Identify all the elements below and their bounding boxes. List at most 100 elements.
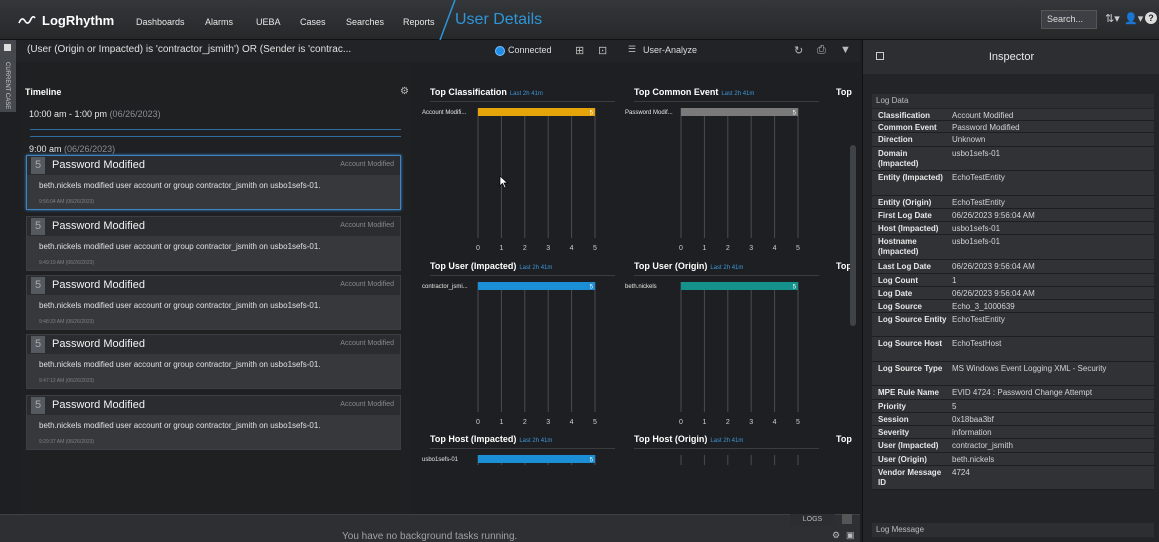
save-layout-icon[interactable]: ⊡ bbox=[598, 44, 607, 57]
logs-tab[interactable]: LOGS bbox=[790, 514, 835, 526]
x-tick-label: 0 bbox=[476, 245, 480, 252]
time-range-bar[interactable] bbox=[30, 129, 401, 137]
widgets-scrollbar[interactable] bbox=[850, 145, 856, 326]
add-widget-icon[interactable]: ⊞ bbox=[575, 44, 584, 57]
field-key: Classification bbox=[878, 111, 931, 120]
timeline-event-card[interactable]: 5 Password Modified Account Modified bet… bbox=[26, 216, 401, 271]
field-value[interactable]: Password Modified bbox=[952, 123, 1020, 132]
undo-icon[interactable]: ↻ bbox=[794, 44, 803, 57]
x-tick-label: 4 bbox=[570, 245, 574, 252]
event-count: 5 bbox=[31, 218, 45, 235]
nav-searches[interactable]: Searches bbox=[346, 17, 384, 27]
layout-icon[interactable]: ☰ bbox=[628, 44, 636, 55]
nav-ueba[interactable]: UEBA bbox=[256, 17, 281, 27]
widget-title-text: Top Host (Impacted) bbox=[430, 434, 517, 444]
timeline-event-card[interactable]: 5 Password Modified Account Modified bet… bbox=[26, 334, 401, 389]
event-timestamp: 9:48:33 AM (06/26/2023) bbox=[39, 319, 95, 325]
user-menu-icon[interactable]: 👤▾ bbox=[1124, 12, 1143, 25]
search-query-text[interactable]: (User (Origin or Impacted) is 'contracto… bbox=[27, 44, 351, 55]
log-data-section-header[interactable]: Log Data bbox=[872, 94, 1154, 108]
category-label: beth.nickels bbox=[625, 284, 657, 290]
field-key: Host (Impacted) bbox=[878, 224, 939, 233]
field-value[interactable]: EchoTestEntity bbox=[952, 198, 1005, 207]
expand-icon[interactable]: ▣ bbox=[846, 530, 855, 541]
widgets-panel: 0 1 2 3 4 5 Account Modifi... 5 0 1 2 3 4 5 Password M… bbox=[413, 62, 852, 514]
widget-title-top-host-impacted[interactable]: Top Host (Impacted) Last 2h 41m bbox=[430, 434, 552, 444]
log-field-row: Log Date 06/26/2023 9:56:04 AM bbox=[872, 287, 1154, 300]
field-value[interactable]: 06/26/2023 9:56:04 AM bbox=[952, 262, 1035, 271]
field-value[interactable]: EchoTestEntity bbox=[952, 315, 1005, 324]
field-value[interactable]: EchoTestEntity bbox=[952, 173, 1005, 182]
widget-title-text: Top Host (Origin) bbox=[634, 434, 708, 444]
timeline-event-card[interactable]: 5 Password Modified Account Modified bet… bbox=[26, 395, 401, 450]
field-value[interactable]: MS Windows Event Logging XML - Security bbox=[952, 364, 1106, 373]
field-value[interactable]: contractor_jsmith bbox=[952, 441, 1013, 450]
widget-title-top-host-origin[interactable]: Top Host (Origin) Last 2h 41m bbox=[634, 434, 743, 444]
event-classification: Account Modified bbox=[340, 161, 394, 168]
field-value[interactable]: Account Modified bbox=[952, 111, 1013, 120]
timeline-event-card[interactable]: 5 Password Modified Account Modified bet… bbox=[26, 275, 401, 330]
logrhythm-logo[interactable]: LogRhythm bbox=[18, 13, 114, 28]
log-message-section-header[interactable]: Log Message bbox=[872, 523, 1154, 537]
widget-title-top-partial[interactable]: Top bbox=[836, 87, 852, 97]
x-tick-label: 3 bbox=[749, 419, 753, 426]
nav-alarms[interactable]: Alarms bbox=[205, 17, 233, 27]
event-timestamp: 9:47:12 AM (06/26/2023) bbox=[39, 378, 95, 384]
field-value[interactable]: EchoTestHost bbox=[952, 339, 1001, 348]
log-field-row: Entity (Impacted) EchoTestEntity bbox=[872, 171, 1154, 196]
logs-toggle-icon[interactable] bbox=[842, 514, 852, 524]
field-value[interactable]: 5 bbox=[952, 402, 956, 411]
widgets-chart-area: 0 1 2 3 4 5 Account Modifi... 5 0 1 2 3 4 5 Password M… bbox=[422, 108, 800, 465]
event-title: Password Modified bbox=[52, 279, 145, 291]
widget-divider bbox=[430, 448, 615, 449]
widget-title-top-classification[interactable]: Top Classification Last 2h 41m bbox=[430, 87, 543, 97]
sort-icon[interactable]: ⇅▾ bbox=[1105, 12, 1120, 25]
nav-reports[interactable]: Reports bbox=[403, 17, 435, 27]
x-tick-label: 5 bbox=[796, 419, 800, 426]
widget-title-top-partial[interactable]: Top bbox=[836, 434, 852, 444]
x-tick-label: 1 bbox=[702, 245, 706, 252]
widget-range: Last 2h 41m bbox=[721, 91, 755, 97]
log-field-row: MPE Rule Name EVID 4724 : Password Change… bbox=[872, 386, 1154, 400]
field-value[interactable]: 0x18baa3bf bbox=[952, 415, 994, 424]
event-timestamp: 9:49:19 AM (06/26/2023) bbox=[39, 260, 95, 266]
field-value[interactable]: beth.nickels bbox=[952, 455, 994, 464]
layout-selector[interactable]: User-Analyze bbox=[643, 45, 697, 55]
field-value[interactable]: information bbox=[952, 428, 992, 437]
widget-title-top-user-origin[interactable]: Top User (Origin) Last 2h 41m bbox=[634, 261, 743, 271]
settings-icon[interactable]: ⚙ bbox=[832, 530, 840, 541]
field-value[interactable]: usbo1sefs-01 bbox=[952, 237, 1000, 246]
timeline-event-card[interactable]: 5 Password Modified Account Modified bet… bbox=[26, 155, 401, 210]
time-range-label[interactable]: 10:00 am - 1:00 pm (06/26/2023) bbox=[29, 109, 161, 119]
field-value[interactable]: Echo_3_1000639 bbox=[952, 302, 1015, 311]
field-value[interactable]: Unknown bbox=[952, 135, 985, 144]
nav-cases[interactable]: Cases bbox=[300, 17, 326, 27]
global-search-input[interactable]: Search... bbox=[1041, 10, 1097, 29]
widget-range: Last 2h 41m bbox=[519, 438, 553, 444]
help-icon[interactable]: ? bbox=[1145, 12, 1157, 24]
field-value[interactable]: usbo1sefs-01 bbox=[952, 224, 1000, 233]
current-case-strip[interactable]: CURRENT CASE bbox=[0, 40, 16, 112]
print-icon[interactable]: ⎙ bbox=[817, 44, 826, 57]
field-value[interactable]: usbo1sefs-01 bbox=[952, 149, 1000, 158]
widget-title-top-user-impacted[interactable]: Top User (Impacted) Last 2h 41m bbox=[430, 261, 552, 271]
event-title: Password Modified bbox=[52, 159, 145, 171]
nav-dashboards[interactable]: Dashboards bbox=[136, 17, 185, 27]
hour-group-label[interactable]: 9:00 am (06/26/2023) bbox=[29, 144, 115, 154]
logrhythm-mark-icon bbox=[18, 15, 36, 24]
widget-title-top-common-event[interactable]: Top Common Event Last 2h 41m bbox=[634, 87, 754, 97]
collapse-icon[interactable] bbox=[4, 44, 11, 51]
log-field-row: Log Source Type MS Windows Event Logging … bbox=[872, 362, 1154, 386]
field-key: Log Source Host bbox=[878, 339, 943, 348]
gear-icon[interactable]: ⚙ bbox=[400, 86, 409, 97]
field-value[interactable]: EVID 4724 : Password Change Attempt bbox=[952, 388, 1092, 397]
field-value[interactable]: 06/26/2023 9:56:04 AM bbox=[952, 289, 1035, 298]
widget-divider bbox=[634, 101, 819, 102]
filter-icon[interactable]: ▼ bbox=[840, 44, 851, 56]
event-header: 5 Password Modified Account Modified bbox=[27, 396, 400, 415]
field-value[interactable]: 4724 bbox=[952, 468, 970, 477]
field-value[interactable]: 06/26/2023 9:56:04 AM bbox=[952, 211, 1035, 220]
field-value[interactable]: 1 bbox=[952, 276, 956, 285]
log-field-row: User (Origin) beth.nickels bbox=[872, 453, 1154, 466]
inspector-title: Inspector bbox=[988, 51, 1035, 63]
